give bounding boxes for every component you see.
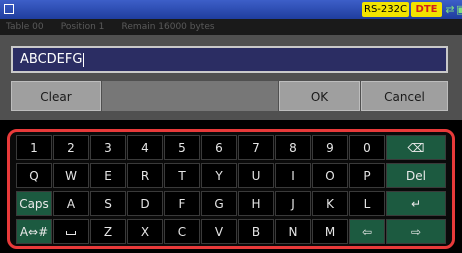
delete-key[interactable]: Del xyxy=(386,163,446,188)
cable-icon: ⇄ xyxy=(445,3,455,16)
window-icon xyxy=(4,4,14,14)
key-1[interactable]: 1 xyxy=(16,135,52,160)
key-e[interactable]: E xyxy=(90,163,126,188)
key-g[interactable]: G xyxy=(201,191,237,216)
key-7[interactable]: 7 xyxy=(238,135,274,160)
key-a[interactable]: A xyxy=(53,191,89,216)
key-t[interactable]: T xyxy=(164,163,200,188)
empty-button-area xyxy=(102,81,278,111)
key-r[interactable]: R xyxy=(127,163,163,188)
key-x[interactable]: X xyxy=(127,219,163,244)
key-s[interactable]: S xyxy=(90,191,126,216)
key-k[interactable]: K xyxy=(312,191,348,216)
key-c[interactable]: C xyxy=(164,219,200,244)
enter-key[interactable]: ↵ xyxy=(386,191,446,216)
clear-button[interactable]: Clear xyxy=(11,81,101,111)
key-b[interactable]: B xyxy=(238,219,274,244)
key-i[interactable]: I xyxy=(275,163,311,188)
cancel-button[interactable]: Cancel xyxy=(361,81,448,111)
key-y[interactable]: Y xyxy=(201,163,237,188)
input-panel: ABCDEFG Clear OK Cancel xyxy=(0,35,462,120)
key-o[interactable]: O xyxy=(312,163,348,188)
key-n[interactable]: N xyxy=(275,219,311,244)
key-5[interactable]: 5 xyxy=(164,135,200,160)
on-screen-keyboard: 1 2 3 4 5 6 7 8 9 0 ⌫ Q W E R T Y U I O P Del Caps A S D F G H J K L ↵ A⇔… xyxy=(7,129,455,249)
key-6[interactable]: 6 xyxy=(201,135,237,160)
key-z[interactable]: Z xyxy=(90,219,126,244)
status-bar: RS-232C DTE ⇄ ▣ xyxy=(0,0,462,19)
space-icon xyxy=(66,230,76,235)
key-l[interactable]: L xyxy=(349,191,385,216)
key-9[interactable]: 9 xyxy=(312,135,348,160)
text-caret xyxy=(83,52,85,67)
text-input[interactable]: ABCDEFG xyxy=(11,46,448,73)
caps-key[interactable]: Caps xyxy=(16,191,52,216)
interface-badge: RS-232C xyxy=(362,2,409,17)
dte-badge: DTE xyxy=(411,2,442,17)
ok-button[interactable]: OK xyxy=(279,81,360,111)
key-w[interactable]: W xyxy=(53,163,89,188)
space-key[interactable] xyxy=(53,219,89,244)
key-j[interactable]: J xyxy=(275,191,311,216)
key-u[interactable]: U xyxy=(238,163,274,188)
key-q[interactable]: Q xyxy=(16,163,52,188)
key-m[interactable]: M xyxy=(312,219,348,244)
key-0[interactable]: 0 xyxy=(349,135,385,160)
key-8[interactable]: 8 xyxy=(275,135,311,160)
input-value: ABCDEFG xyxy=(20,52,83,67)
cursor-right-key[interactable]: ⇨ xyxy=(386,219,446,244)
key-4[interactable]: 4 xyxy=(127,135,163,160)
key-3[interactable]: 3 xyxy=(90,135,126,160)
key-v[interactable]: V xyxy=(201,219,237,244)
key-2[interactable]: 2 xyxy=(53,135,89,160)
backspace-key[interactable]: ⌫ xyxy=(386,135,446,160)
key-h[interactable]: H xyxy=(238,191,274,216)
background-info-row: Table 00 Position 1 Remain 16000 bytes xyxy=(0,19,462,35)
mode-switch-key[interactable]: A⇔# xyxy=(16,219,52,244)
key-d[interactable]: D xyxy=(127,191,163,216)
cursor-left-key[interactable]: ⇦ xyxy=(349,219,385,244)
key-f[interactable]: F xyxy=(164,191,200,216)
network-icon: ▣ xyxy=(456,3,462,16)
key-p[interactable]: P xyxy=(349,163,385,188)
